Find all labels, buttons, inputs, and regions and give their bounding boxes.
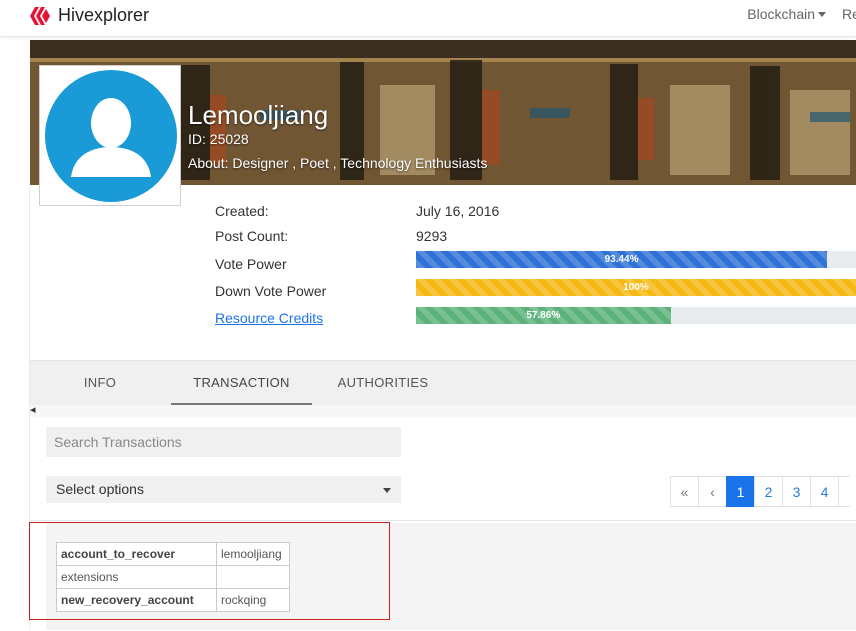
avatar[interactable] (39, 65, 181, 206)
resource-credits-bar: 57.86% (416, 307, 856, 324)
profile-id: ID: 25028 (188, 131, 249, 147)
search-transactions-input[interactable] (46, 427, 401, 457)
pagination-page-4[interactable]: 4 (810, 476, 839, 507)
select-value: Select options (56, 481, 144, 497)
tab-authorities[interactable]: AUTHORITIES (313, 361, 453, 405)
hive-logo-icon (30, 6, 50, 25)
down-vote-power-fill: 100% (416, 279, 856, 296)
nav-menu: Blockchain Re (731, 6, 856, 22)
nav-blockchain-label: Blockchain (747, 6, 815, 22)
scroll-left-arrow-icon[interactable]: ◂ (30, 403, 36, 416)
vote-power-fill: 93.44% (416, 251, 828, 268)
chevron-down-icon (383, 488, 391, 493)
created-label: Created: (215, 203, 269, 219)
highlight-outline (29, 522, 390, 620)
default-user-icon (45, 70, 177, 202)
post-count-label: Post Count: (215, 228, 289, 244)
created-value: July 16, 2016 (416, 203, 500, 219)
tab-info[interactable]: INFO (30, 361, 170, 405)
vote-power-label: Vote Power (215, 256, 287, 272)
resource-credits-link[interactable]: Resource Credits (215, 310, 323, 326)
profile-name: Lemooljiang (188, 100, 329, 130)
profile-about: About: Designer , Poet , Technology Enth… (188, 155, 488, 171)
brand-name: Hivexplorer (58, 5, 150, 25)
nav-truncated-label: Re (842, 6, 856, 22)
pagination-page-1[interactable]: 1 (726, 476, 755, 507)
pagination-page-3[interactable]: 3 (782, 476, 811, 507)
pagination-next-cut[interactable] (838, 476, 850, 507)
transaction-type-select[interactable]: Select options (46, 476, 401, 503)
post-count-value: 9293 (416, 228, 448, 244)
profile-tabs: INFO TRANSACTION AUTHORITIES (30, 361, 856, 405)
pagination-prev[interactable]: ‹ (698, 476, 727, 507)
tab-scrollbar[interactable] (30, 405, 856, 417)
down-vote-power-bar: 100% (416, 279, 856, 296)
nav-item-truncated[interactable]: Re (842, 6, 856, 22)
pagination-first[interactable]: « (670, 476, 699, 507)
top-navbar: Hivexplorer Blockchain Re (0, 0, 856, 37)
brand[interactable]: Hivexplorer (30, 5, 149, 26)
tab-transaction[interactable]: TRANSACTION (171, 361, 312, 405)
vote-power-bar: 93.44% (416, 251, 856, 268)
chevron-down-icon (818, 11, 826, 17)
down-vote-power-label: Down Vote Power (215, 283, 327, 299)
nav-blockchain-dropdown[interactable]: Blockchain (747, 6, 826, 22)
pagination-page-2[interactable]: 2 (754, 476, 783, 507)
pagination: « ‹ 1 2 3 4 (670, 476, 850, 508)
resource-credits-fill: 57.86% (416, 307, 671, 324)
